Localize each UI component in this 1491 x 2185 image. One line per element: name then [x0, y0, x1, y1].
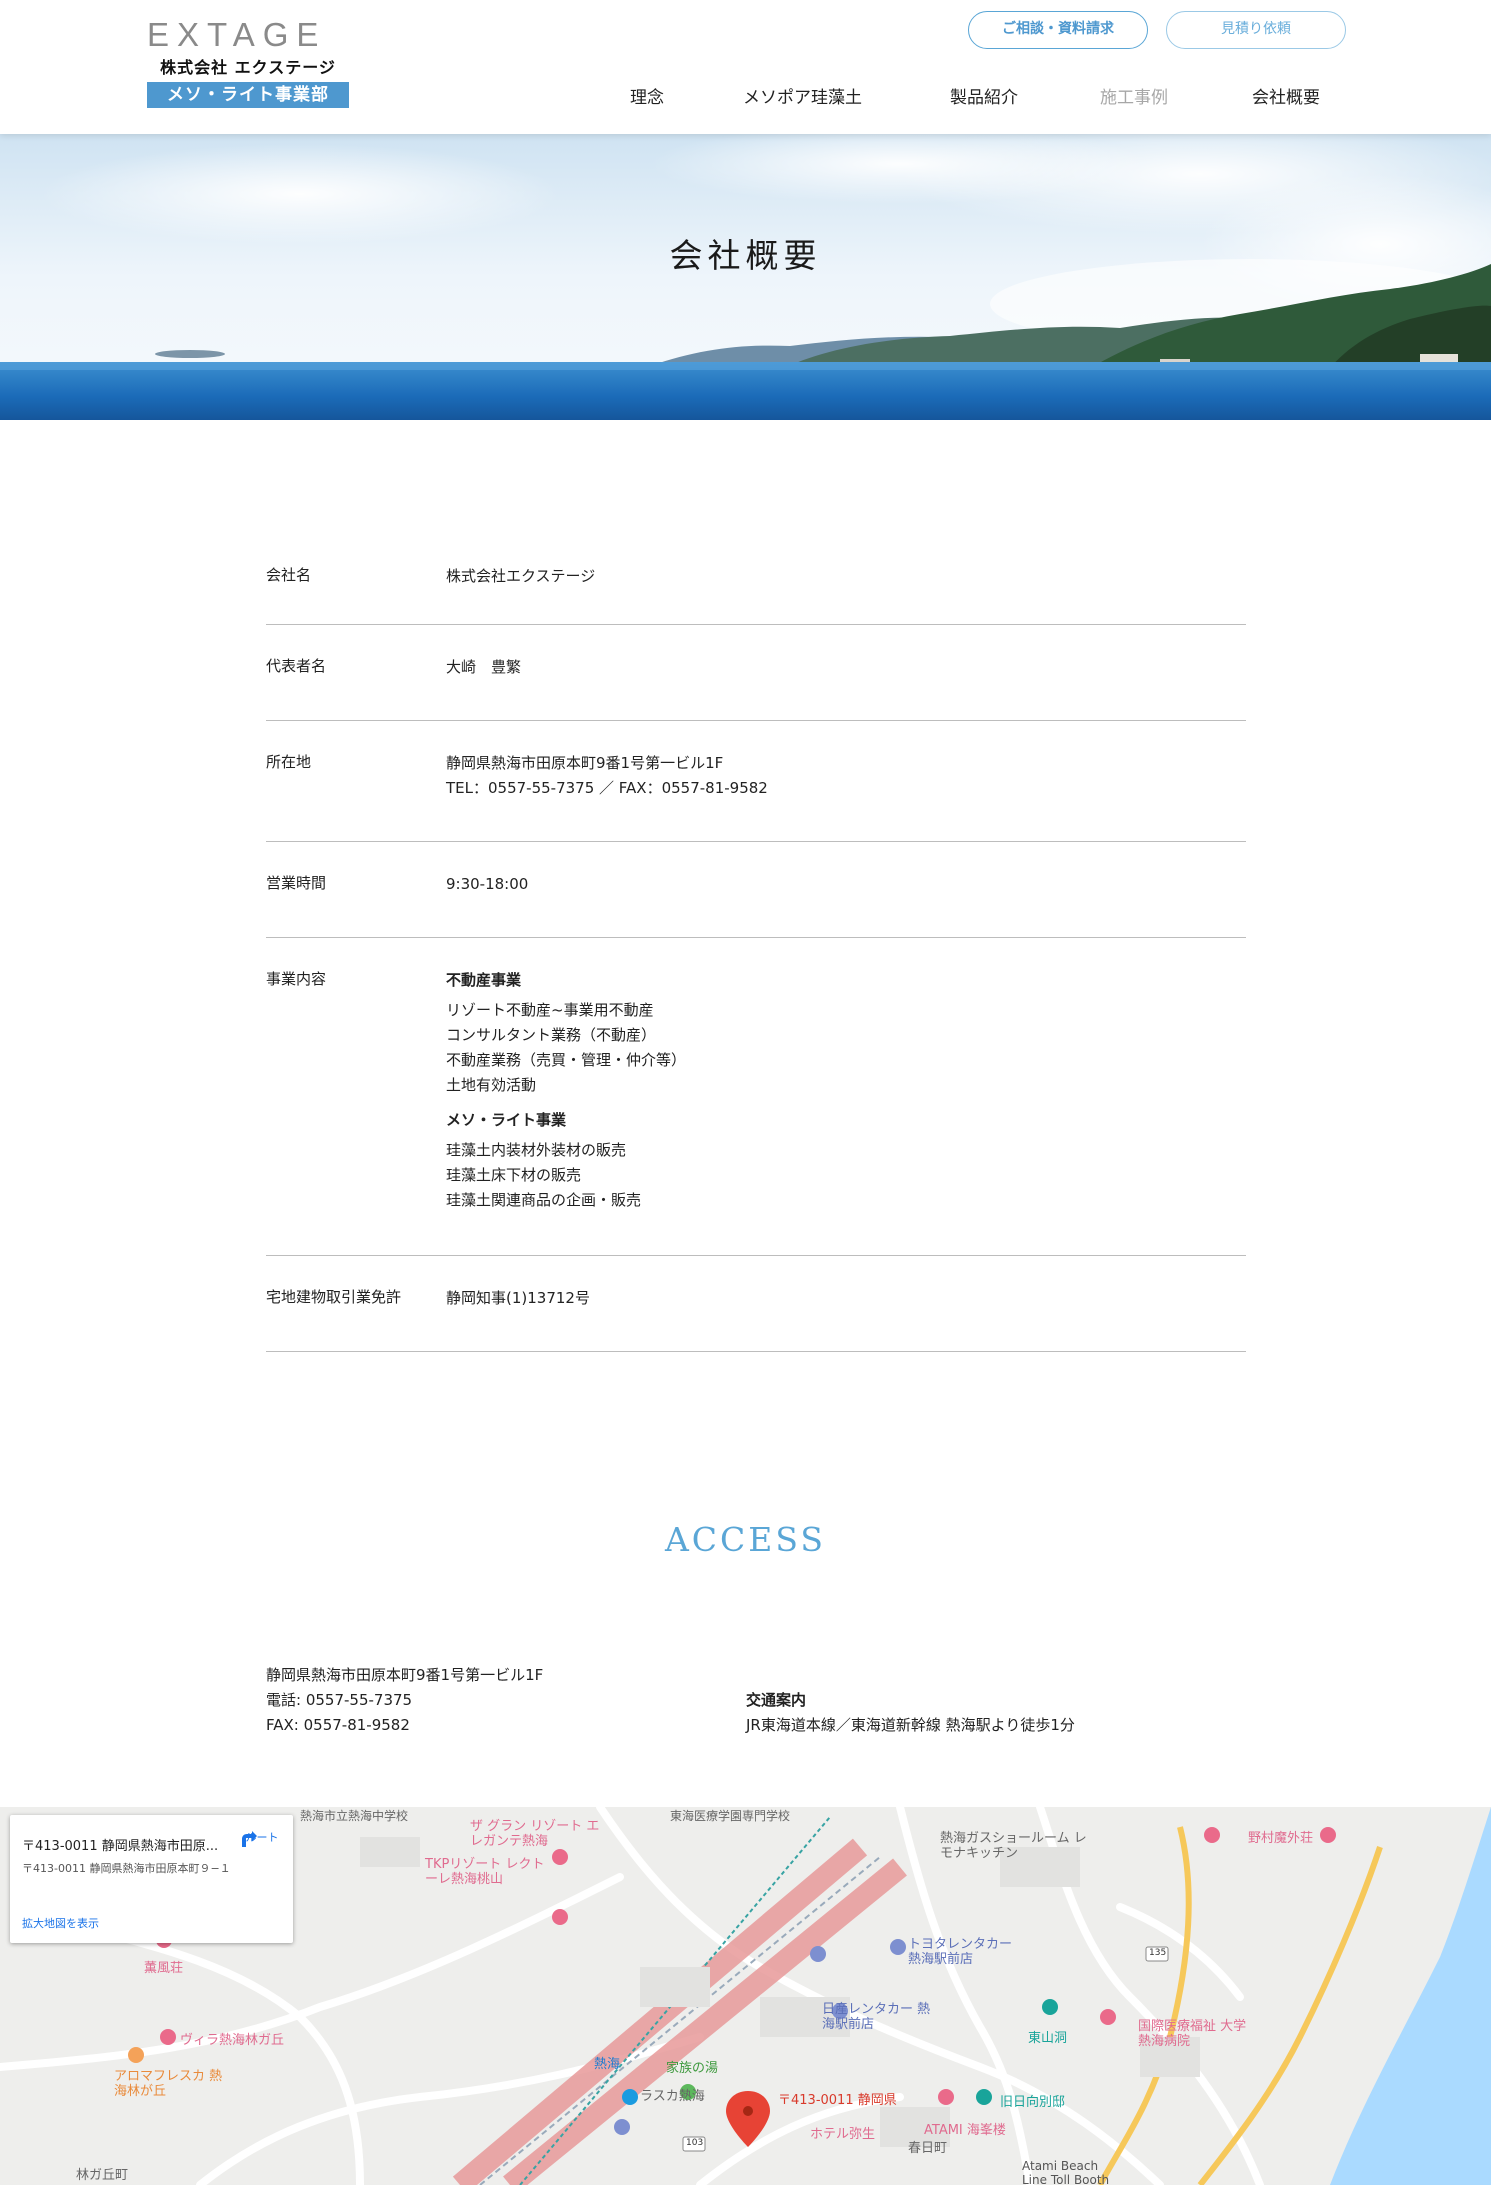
business-item: 珪藻土関連商品の企画・販売	[446, 1191, 642, 1209]
place-card-title: 〒413-0011 静岡県熱海市田原...	[22, 1839, 219, 1854]
info-label: 代表者名	[266, 657, 327, 675]
google-map[interactable]: 熱海市立熱海中学校 東海医療学園専門学校 ザ グラン リゾート エレガンテ熱海 …	[0, 1807, 1491, 2185]
nav-item-works[interactable]: 施工事例	[1100, 83, 1168, 108]
map-label: Atami Beach Line Toll Booth	[1022, 2159, 1110, 2185]
info-value: 不動産事業 リゾート不動産~事業用不動産 コンサルタント業務（不動産） 不動産業…	[446, 968, 1246, 1213]
info-value: 静岡県熱海市田原本町9番1号第一ビル1F TEL：0557-55-7375 ／ …	[446, 751, 1246, 801]
map-label: 東海医療学園専門学校	[670, 1809, 791, 1823]
info-value: 株式会社エクステージ	[446, 567, 596, 585]
hero-seascape-image	[0, 134, 1491, 420]
phone-fax-line: TEL：0557-55-7375 ／ FAX：0557-81-9582	[446, 779, 768, 797]
nav-item-company[interactable]: 会社概要	[1252, 83, 1320, 108]
info-row-representative: 代表者名 大崎 豊繁	[266, 625, 1246, 721]
map-label: 東山洞	[1028, 2031, 1068, 2046]
info-label: 営業時間	[266, 874, 327, 892]
route-shield: 103	[686, 2138, 704, 2148]
estimate-request-button[interactable]: 見積り依頼	[1166, 11, 1346, 49]
map-pin-label: 〒413-0011 静岡県	[778, 2093, 897, 2108]
enlarge-map-link[interactable]: 拡大地図を表示	[22, 1915, 99, 1931]
company-info-table: 会社名 株式会社エクステージ 代表者名 大崎 豊繁 所在地 静岡県熱海市田原本町…	[266, 534, 1246, 1352]
address-line: 静岡県熱海市田原本町9番1号第一ビル1F	[446, 754, 724, 772]
info-label: 事業内容	[266, 970, 327, 988]
info-row-address: 所在地 静岡県熱海市田原本町9番1号第一ビル1F TEL：0557-55-737…	[266, 721, 1246, 842]
info-row-company-name: 会社名 株式会社エクステージ	[266, 534, 1246, 625]
info-label: 宅地建物取引業免許	[266, 1288, 402, 1306]
info-label: 所在地	[266, 753, 312, 771]
access-address-block: 静岡県熱海市田原本町9番1号第一ビル1F 電話: 0557-55-7375 FA…	[266, 1663, 543, 1738]
business-item: 珪藻土床下材の販売	[446, 1166, 582, 1184]
business-heading: 不動産事業	[446, 971, 522, 989]
map-label: 旧日向別邸	[1000, 2095, 1066, 2110]
access-tel: 電話: 0557-55-7375	[266, 1691, 413, 1709]
info-value: 大崎 豊繁	[446, 658, 522, 676]
info-row-license: 宅地建物取引業免許 静岡知事(1)13712号	[266, 1256, 1246, 1352]
map-label: TKPリゾート レクトーレ熱海桃山	[425, 1857, 545, 1887]
info-value: 静岡知事(1)13712号	[446, 1289, 590, 1307]
place-card-address: 〒413-0011 静岡県熱海市田原本町９−１	[22, 1862, 231, 1875]
business-item: リゾート不動産~事業用不動産	[446, 1001, 654, 1019]
hero-banner: 会社概要	[0, 134, 1491, 420]
nav-item-products[interactable]: 製品紹介	[950, 83, 1018, 108]
logo-company-name: 株式会社 エクステージ	[160, 58, 336, 77]
directions-button[interactable]: ルート	[238, 1829, 286, 1847]
business-item: 不動産業務（売買・管理・仲介等）	[446, 1051, 687, 1069]
map-label: ザ グラン リゾート エレガンテ熱海	[470, 1819, 600, 1849]
map-label: ATAMI 海峯楼	[924, 2123, 1006, 2138]
route-shield: 135	[1149, 1948, 1167, 1958]
map-label: ラスカ熱海	[640, 2089, 705, 2104]
access-fax: FAX: 0557-81-9582	[266, 1716, 410, 1734]
map-label: 野村魔外荘	[1248, 1831, 1314, 1846]
nav-item-philosophy[interactable]: 理念	[630, 83, 664, 108]
business-item: 土地有効活動	[446, 1076, 537, 1094]
map-label: 国際医療福祉 大学熱海病院	[1138, 2019, 1247, 2049]
nav-item-mesopore[interactable]: メソポア珪藻土	[743, 83, 862, 108]
map-label: トヨタレンタカー 熱海駅前店	[908, 1937, 1013, 1967]
map-label: 熱海市立熱海中学校	[300, 1809, 409, 1823]
business-heading: メソ・ライト事業	[446, 1111, 567, 1129]
map-label: 熱海	[594, 2057, 621, 2072]
business-item: 珪藻土内装材外装材の販売	[446, 1141, 627, 1159]
logo-wordmark: EXTAGE	[147, 16, 327, 53]
page-title: 会社概要	[669, 236, 822, 275]
map-label: 家族の湯	[666, 2061, 719, 2076]
info-value: 9:30-18:00	[446, 875, 529, 893]
transit-text: JR東海道本線／東海道新幹線 熱海駅より徒歩1分	[746, 1716, 1075, 1734]
map-label: 春日町	[908, 2141, 948, 2156]
business-item: コンサルタント業務（不動産）	[446, 1026, 657, 1044]
map-label: 熱海ガスショールーム レモナキッチン	[940, 1831, 1087, 1861]
map-label: 林ガ丘町	[76, 2168, 129, 2183]
info-row-business-hours: 営業時間 9:30-18:00	[266, 842, 1246, 938]
map-label: 日産レンタカー 熱海駅前店	[822, 2002, 931, 2032]
directions-icon	[242, 1831, 257, 1847]
consult-request-button[interactable]: ご相談・資料請求	[968, 11, 1148, 49]
access-address: 静岡県熱海市田原本町9番1号第一ビル1F	[266, 1666, 544, 1684]
map-label: アロマフレスカ 熱海林が丘	[114, 2069, 223, 2099]
site-header: EXTAGE 株式会社 エクステージ メソ・ライト事業部 ご相談・資料請求 見積…	[0, 0, 1491, 134]
transit-heading: 交通案内	[746, 1691, 807, 1709]
access-heading: ACCESS	[664, 1520, 827, 1559]
map-label: 薫風荘	[144, 1961, 184, 1976]
transit-block: 交通案内 JR東海道本線／東海道新幹線 熱海駅より徒歩1分	[746, 1688, 1075, 1738]
global-nav: 理念 メソポア珪藻土 製品紹介 施工事例 会社概要	[0, 83, 1491, 113]
info-label: 会社名	[266, 566, 312, 584]
map-label: ヴィラ熱海林ガ丘	[180, 2033, 285, 2048]
map-place-card: 〒413-0011 静岡県熱海市田原... 〒413-0011 静岡県熱海市田原…	[10, 1815, 293, 1943]
map-label: ホテル弥生	[810, 2127, 876, 2142]
info-row-business: 事業内容 不動産事業 リゾート不動産~事業用不動産 コンサルタント業務（不動産）…	[266, 938, 1246, 1256]
